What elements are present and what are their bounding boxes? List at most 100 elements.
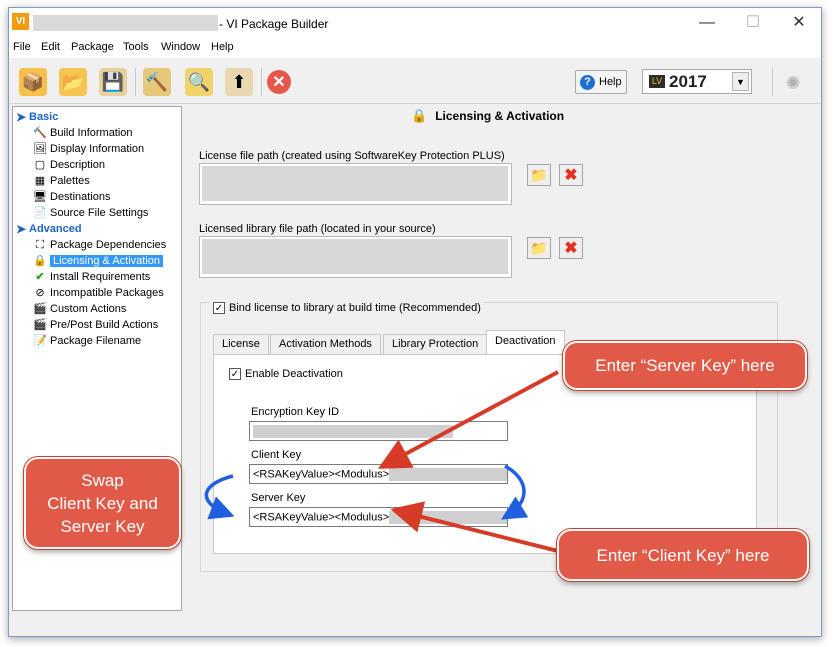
tab-library-protection[interactable]: Library Protection: [383, 334, 488, 354]
help-button[interactable]: ? Help: [575, 70, 627, 94]
encryption-key-label: Encryption Key ID: [251, 406, 340, 418]
swap-callout-line3: Server Key: [60, 516, 145, 536]
client-key-callout: Enter “Client Key” here: [556, 528, 810, 582]
section-title-text: Licensing & Activation: [435, 109, 565, 123]
menu-window[interactable]: Window: [161, 41, 200, 53]
menu-help[interactable]: Help: [211, 41, 234, 53]
toolbar: 📦 📂 💾 🔨 🔍 ⬆ ✕ ? Help LV 2017 ▼ ✺: [9, 58, 821, 104]
encryption-key-input[interactable]: [249, 421, 508, 441]
sidebar-item-install-requirements[interactable]: ✔ Install Requirements: [33, 269, 150, 285]
sidebar-item-palettes[interactable]: ▦ Palettes: [33, 173, 90, 189]
publish-package-icon[interactable]: ⬆: [225, 68, 253, 96]
new-package-icon[interactable]: 📦: [19, 68, 47, 96]
hammer-icon: 🔨: [33, 126, 47, 139]
maximize-button[interactable]: ☐: [730, 8, 776, 38]
close-button[interactable]: ✕: [776, 8, 822, 38]
menu-package[interactable]: Package: [71, 41, 114, 53]
save-package-icon[interactable]: 💾: [99, 68, 127, 96]
clear-license-button[interactable]: ✖: [559, 164, 583, 186]
browse-library-button[interactable]: 📁: [527, 237, 551, 259]
sidebar-item-package-filename[interactable]: 📝 Package Filename: [33, 333, 141, 349]
window-title: - VI Package Builder: [219, 17, 329, 31]
bind-license-label: Bind license to library at build time (R…: [229, 302, 481, 314]
server-key-value: <RSAKeyValue><Modulus>: [253, 511, 390, 524]
minimize-button[interactable]: —: [684, 8, 730, 38]
redacted-library-path: [202, 239, 508, 274]
build-package-icon[interactable]: 🔨: [143, 68, 171, 96]
incompatible-icon: ⊘: [35, 286, 45, 299]
labview-version-select[interactable]: LV 2017 ▼: [642, 69, 752, 94]
toolbar-separator: [772, 68, 773, 96]
source-file-icon: 📄: [33, 206, 47, 219]
filename-icon: 📝: [33, 334, 47, 347]
tab-activation-methods[interactable]: Activation Methods: [270, 334, 381, 354]
labview-icon: LV: [649, 75, 665, 88]
help-label: Help: [599, 76, 622, 88]
display-icon: 🖼: [33, 142, 47, 155]
sidebar-item-source-file-settings[interactable]: 📄 Source File Settings: [33, 205, 148, 221]
sidebar-item-display-information[interactable]: 🖼 Display Information: [33, 141, 144, 157]
sidebar-item-package-dependencies[interactable]: ⛶ Package Dependencies: [33, 237, 166, 253]
enable-deactivation-label: Enable Deactivation: [245, 368, 343, 380]
enable-deactivation-checkbox[interactable]: ✓ Enable Deactivation: [229, 368, 343, 380]
open-package-icon[interactable]: 📂: [59, 68, 87, 96]
page-title: 🔒 Licensing & Activation: [411, 108, 564, 124]
redacted-encryption-key: [253, 425, 453, 438]
tab-license[interactable]: License: [213, 334, 269, 354]
expand-arrow-icon: ➤: [15, 222, 27, 236]
palette-icon: ▦: [34, 174, 46, 187]
folder-icon: 📁: [530, 239, 548, 256]
library-path-field[interactable]: [199, 236, 512, 278]
client-key-input[interactable]: <RSAKeyValue><Modulus>: [249, 464, 508, 484]
menu-tools[interactable]: Tools: [123, 41, 149, 53]
version-value: 2017: [669, 72, 707, 91]
license-path-label: License file path (created using Softwar…: [199, 150, 505, 162]
redacted-title: [33, 15, 218, 31]
description-icon: ▢: [34, 158, 46, 171]
license-path-field[interactable]: [199, 163, 512, 205]
menu-bar: File Edit Package Tools Window Help: [9, 38, 821, 58]
stop-icon[interactable]: ✕: [267, 70, 291, 94]
sidebar-item-destinations[interactable]: 🖥 Destinations: [33, 189, 111, 205]
tab-deactivation[interactable]: Deactivation: [486, 330, 565, 354]
client-key-label: Client Key: [251, 449, 302, 461]
browse-license-button[interactable]: 📁: [527, 164, 551, 186]
sidebar-item-licensing-activation[interactable]: 🔒 Licensing & Activation: [33, 253, 164, 269]
redacted-client-key: [389, 468, 507, 481]
bind-license-checkbox[interactable]: ✓ Bind license to library at build time …: [210, 302, 484, 314]
advanced-section-header[interactable]: ➤ Advanced: [13, 221, 82, 237]
checkbox-checked-icon[interactable]: ✓: [229, 368, 241, 380]
toolbar-separator: [135, 68, 136, 96]
menu-edit[interactable]: Edit: [41, 41, 60, 53]
help-icon: ?: [580, 74, 595, 90]
toolbar-separator: [261, 68, 262, 96]
basic-label: Basic: [29, 111, 59, 123]
chevron-down-icon[interactable]: ▼: [732, 72, 749, 91]
title-bar: VI - VI Package Builder — ☐ ✕: [9, 8, 821, 38]
sidebar-item-description[interactable]: ▢ Description: [33, 157, 105, 173]
clear-library-button[interactable]: ✖: [559, 237, 583, 259]
basic-section-header[interactable]: ➤ Basic: [13, 109, 58, 125]
inspect-package-icon[interactable]: 🔍: [185, 68, 213, 96]
checkbox-checked-icon[interactable]: ✓: [213, 302, 225, 314]
menu-file[interactable]: File: [13, 41, 31, 53]
library-path-label: Licensed library file path (located in y…: [199, 223, 436, 235]
redacted-license-path: [202, 166, 508, 201]
sidebar-item-pre-post-build-actions[interactable]: 🎬 Pre/Post Build Actions: [33, 317, 158, 333]
busy-spinner-icon: ✺: [785, 73, 801, 93]
server-key-input[interactable]: <RSAKeyValue><Modulus>: [249, 507, 508, 527]
swap-callout-line1: Swap: [81, 470, 124, 490]
delete-x-icon: ✖: [564, 240, 578, 257]
sidebar-item-incompatible-packages[interactable]: ⊘ Incompatible Packages: [33, 285, 163, 301]
advanced-label: Advanced: [29, 223, 82, 235]
custom-actions-icon: 🎬: [33, 302, 47, 315]
sidebar-item-custom-actions[interactable]: 🎬 Custom Actions: [33, 301, 126, 317]
destination-icon: 🖥: [33, 190, 47, 203]
swap-callout-line2: Client Key and: [47, 493, 158, 513]
lock-icon: 🔒: [33, 254, 47, 267]
sidebar-item-build-information[interactable]: 🔨 Build Information: [33, 125, 132, 141]
delete-x-icon: ✖: [564, 167, 578, 184]
expand-arrow-icon: ➤: [15, 110, 27, 124]
redacted-server-key: [389, 511, 507, 524]
checkmark-icon: ✔: [35, 270, 45, 283]
